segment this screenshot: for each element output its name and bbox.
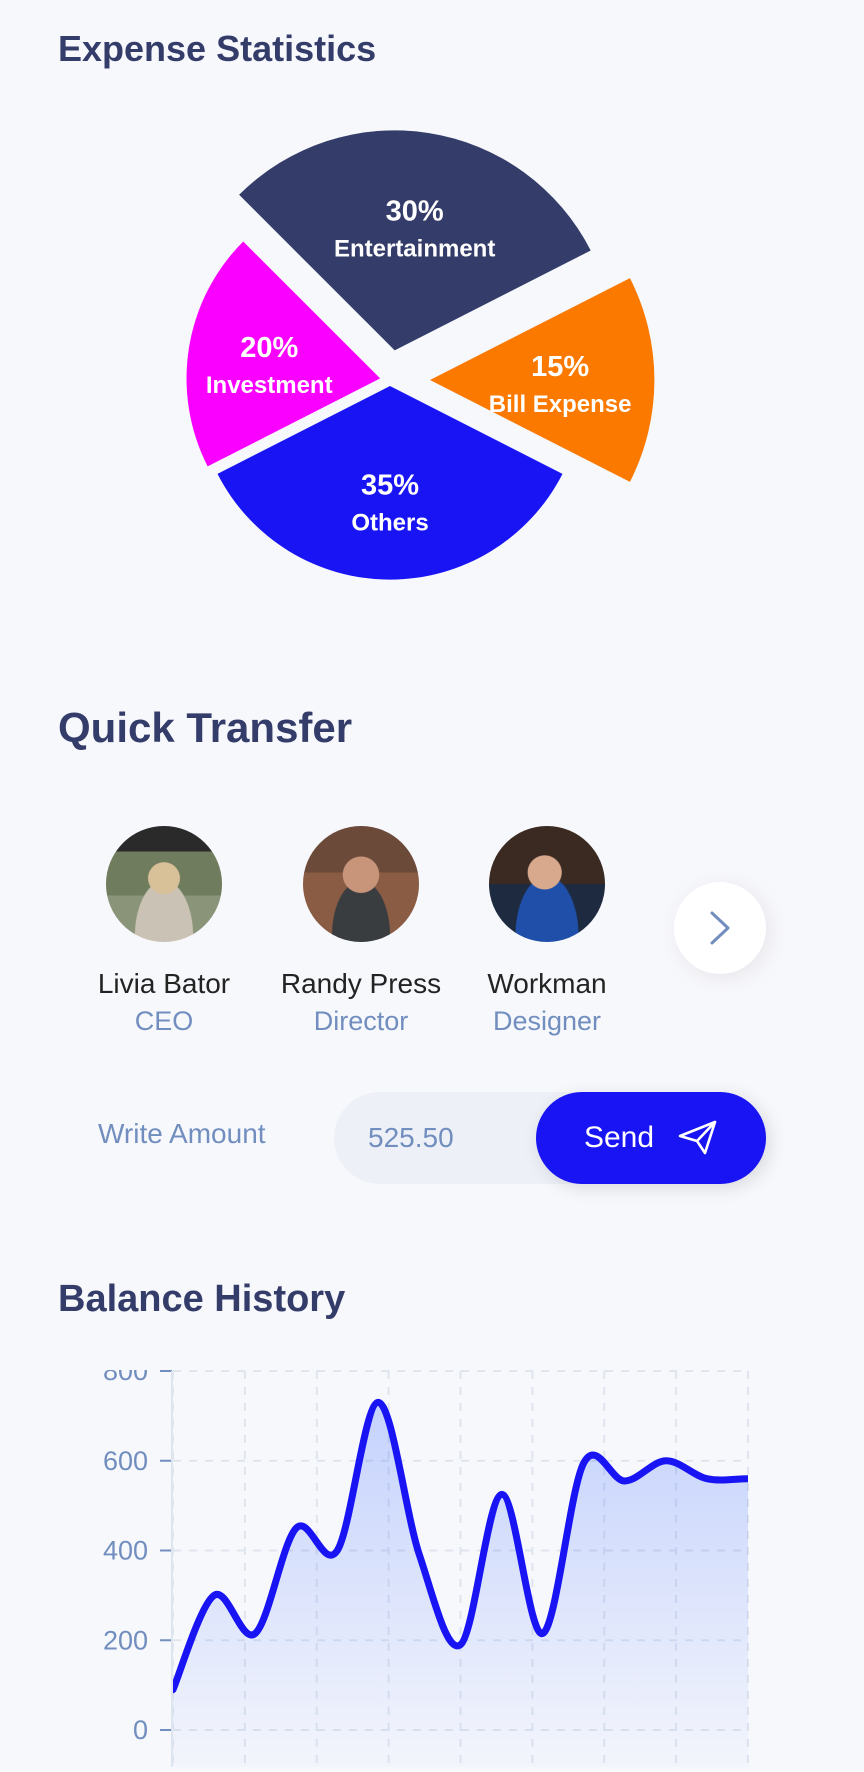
contact-role: Designer: [492, 1006, 602, 1036]
amount-label: Write Amount: [98, 1118, 266, 1149]
paper-plane-icon: [678, 1120, 717, 1155]
avatar: [106, 826, 222, 942]
chevron-right-icon: [710, 911, 730, 945]
contact-name: Livia Bator: [97, 968, 231, 999]
next-contacts-button[interactable]: [674, 882, 766, 974]
pie-slice-percent: 20%: [240, 332, 298, 364]
quick-transfer-title: Quick Transfer: [58, 704, 353, 751]
y-tick-label: 200: [103, 1625, 148, 1655]
pie-slice-percent: 30%: [386, 195, 444, 227]
y-tick-label: 400: [103, 1536, 148, 1566]
send-label: Send: [583, 1121, 655, 1154]
balance-series: [173, 1398, 748, 1767]
pie-slice-percent: 15%: [531, 351, 589, 383]
amount-field-group: Send: [334, 1092, 766, 1184]
y-tick-label: 800: [103, 1370, 148, 1386]
avatar: [303, 826, 419, 942]
balance-history-title: Balance History: [58, 1278, 346, 1320]
expense-pie-chart: 30% Entertainment 15% Bill Expense 35% Others…: [0, 90, 864, 650]
expense-statistics-title: Expense Statistics: [58, 28, 377, 69]
avatar: [489, 826, 605, 942]
amount-input[interactable]: [368, 1092, 528, 1184]
contact-card[interactable]: Workman Designer: [452, 826, 642, 1037]
contact-card[interactable]: Livia Bator CEO: [69, 826, 259, 1037]
y-tick-label: 0: [133, 1715, 148, 1745]
send-button[interactable]: Send: [536, 1092, 766, 1184]
balance-history-chart: 800 600 400 200 0: [0, 1356, 864, 1767]
pie-slice-label: Bill Expense: [489, 391, 632, 418]
contact-role: Director: [313, 1006, 409, 1036]
contact-name: Randy Press: [280, 968, 442, 999]
pie-slice-label: Entertainment: [334, 235, 495, 262]
contact-card[interactable]: Randy Press Director: [266, 826, 456, 1037]
pie-slice-label: Others: [351, 509, 428, 536]
pie-slice-percent: 35%: [361, 469, 419, 501]
y-tick-label: 600: [103, 1446, 148, 1476]
pie-slice-label: Investment: [206, 372, 333, 399]
contact-role: CEO: [134, 1006, 194, 1036]
contact-name: Workman: [487, 968, 607, 999]
